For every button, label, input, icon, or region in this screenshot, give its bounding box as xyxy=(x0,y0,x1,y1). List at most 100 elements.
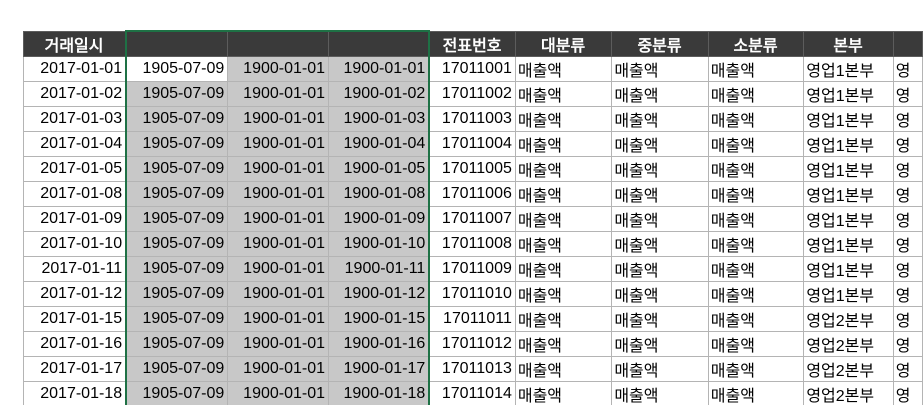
table-cell[interactable]: 1905-07-09 xyxy=(125,230,229,257)
table-cell[interactable]: 1900-01-18 xyxy=(328,380,431,405)
table-cell[interactable]: 2017-01-11 xyxy=(23,255,127,282)
table-cell[interactable]: 매출액 xyxy=(707,80,805,107)
table-cell[interactable]: 영 xyxy=(892,180,923,207)
table-cell[interactable]: 2017-01-09 xyxy=(23,205,127,232)
column-header[interactable]: 거래일시 xyxy=(23,30,127,57)
table-cell[interactable]: 영 xyxy=(892,105,923,132)
table-cell[interactable]: 17011001 xyxy=(428,55,516,82)
table-cell[interactable]: 1900-01-01 xyxy=(227,180,330,207)
table-cell[interactable]: 매출액 xyxy=(611,305,709,332)
table-cell[interactable]: 매출액 xyxy=(707,55,805,82)
table-cell[interactable]: 17011006 xyxy=(428,180,516,207)
table-cell[interactable]: 1900-01-01 xyxy=(227,280,330,307)
table-cell[interactable]: 1905-07-09 xyxy=(125,205,229,232)
table-cell[interactable]: 1900-01-01 xyxy=(227,130,330,157)
table-cell[interactable]: 매출액 xyxy=(514,155,613,182)
table-cell[interactable]: 영업1본부 xyxy=(803,230,894,257)
table-cell[interactable]: 17011011 xyxy=(428,305,516,332)
table-cell[interactable]: 1900-01-01 xyxy=(227,80,330,107)
table-cell[interactable]: 영 xyxy=(892,205,923,232)
table-cell[interactable]: 1905-07-09 xyxy=(125,330,229,357)
table-cell[interactable]: 영업2본부 xyxy=(803,305,894,332)
table-cell[interactable]: 1905-07-09 xyxy=(125,130,229,157)
table-cell[interactable]: 1900-01-01 xyxy=(227,330,330,357)
table-cell[interactable]: 1900-01-17 xyxy=(328,355,431,382)
table-cell[interactable]: 매출액 xyxy=(707,380,805,405)
table-cell[interactable]: 매출액 xyxy=(707,105,805,132)
table-cell[interactable]: 1905-07-09 xyxy=(125,380,229,405)
table-cell[interactable]: 2017-01-03 xyxy=(23,105,127,132)
table-cell[interactable]: 1900-01-01 xyxy=(227,230,330,257)
table-cell[interactable]: 1905-07-09 xyxy=(125,180,229,207)
table-cell[interactable]: 매출액 xyxy=(611,80,709,107)
table-cell[interactable]: 영업1본부 xyxy=(803,130,894,157)
table-cell[interactable]: 1900-01-04 xyxy=(328,130,431,157)
table-cell[interactable]: 매출액 xyxy=(611,105,709,132)
table-cell[interactable]: 매출액 xyxy=(707,355,805,382)
table-cell[interactable]: 매출액 xyxy=(611,280,709,307)
table-cell[interactable]: 매출액 xyxy=(514,80,613,107)
table-cell[interactable]: 2017-01-05 xyxy=(23,155,127,182)
table-cell[interactable]: 17011004 xyxy=(428,130,516,157)
table-cell[interactable]: 매출액 xyxy=(514,130,613,157)
table-cell[interactable]: 영 xyxy=(892,330,923,357)
table-cell[interactable]: 2017-01-10 xyxy=(23,230,127,257)
table-cell[interactable]: 매출액 xyxy=(514,105,613,132)
table-cell[interactable]: 1900-01-01 xyxy=(227,105,330,132)
table-cell[interactable]: 1905-07-09 xyxy=(125,55,229,82)
table-cell[interactable]: 1900-01-12 xyxy=(328,280,431,307)
table-cell[interactable]: 매출액 xyxy=(707,130,805,157)
table-cell[interactable]: 1905-07-09 xyxy=(125,280,229,307)
table-cell[interactable]: 매출액 xyxy=(707,305,805,332)
table-cell[interactable]: 17011013 xyxy=(428,355,516,382)
table-cell[interactable]: 영업2본부 xyxy=(803,355,894,382)
table-cell[interactable]: 매출액 xyxy=(707,330,805,357)
table-cell[interactable]: 매출액 xyxy=(611,230,709,257)
table-cell[interactable]: 17011012 xyxy=(428,330,516,357)
table-cell[interactable]: 매출액 xyxy=(514,55,613,82)
column-header[interactable]: 전표번호 xyxy=(428,30,516,57)
column-header[interactable]: 중분류 xyxy=(611,30,709,57)
table-cell[interactable]: 1900-01-01 xyxy=(328,55,431,82)
table-cell[interactable]: 영 xyxy=(892,280,923,307)
table-cell[interactable]: 17011014 xyxy=(428,380,516,405)
table-cell[interactable]: 1900-01-02 xyxy=(328,80,431,107)
table-cell[interactable]: 매출액 xyxy=(514,255,613,282)
table-cell[interactable]: 1900-01-01 xyxy=(227,155,330,182)
table-cell[interactable]: 매출액 xyxy=(514,280,613,307)
table-cell[interactable]: 1905-07-09 xyxy=(125,255,229,282)
table-cell[interactable]: 2017-01-17 xyxy=(23,355,127,382)
table-cell[interactable]: 영업2본부 xyxy=(803,380,894,405)
table-cell[interactable]: 영업1본부 xyxy=(803,155,894,182)
table-cell[interactable]: 2017-01-08 xyxy=(23,180,127,207)
table-cell[interactable]: 영업1본부 xyxy=(803,55,894,82)
table-cell[interactable]: 2017-01-16 xyxy=(23,330,127,357)
table-cell[interactable]: 영업1본부 xyxy=(803,180,894,207)
table-cell[interactable]: 1900-01-01 xyxy=(227,380,330,405)
table-cell[interactable]: 영업2본부 xyxy=(803,330,894,357)
table-cell[interactable]: 1905-07-09 xyxy=(125,105,229,132)
table-cell[interactable]: 17011010 xyxy=(428,280,516,307)
table-cell[interactable]: 매출액 xyxy=(611,180,709,207)
table-cell[interactable]: 1905-07-09 xyxy=(125,80,229,107)
table-cell[interactable]: 매출액 xyxy=(707,205,805,232)
table-cell[interactable]: 영업1본부 xyxy=(803,105,894,132)
table-cell[interactable]: 영 xyxy=(892,255,923,282)
column-header[interactable]: 소분류 xyxy=(707,30,805,57)
table-cell[interactable]: 2017-01-18 xyxy=(23,380,127,405)
table-cell[interactable]: 영업1본부 xyxy=(803,255,894,282)
table-cell[interactable]: 1900-01-11 xyxy=(328,255,431,282)
table-cell[interactable]: 1900-01-09 xyxy=(328,205,431,232)
table-cell[interactable]: 매출액 xyxy=(611,155,709,182)
table-cell[interactable]: 2017-01-01 xyxy=(23,55,127,82)
table-cell[interactable]: 영 xyxy=(892,55,923,82)
table-cell[interactable]: 1905-07-09 xyxy=(125,305,229,332)
table-cell[interactable]: 매출액 xyxy=(514,230,613,257)
table-cell[interactable]: 매출액 xyxy=(611,55,709,82)
table-cell[interactable]: 매출액 xyxy=(514,205,613,232)
table-cell[interactable]: 매출액 xyxy=(514,180,613,207)
column-header[interactable] xyxy=(328,30,431,57)
table-cell[interactable]: 매출액 xyxy=(611,255,709,282)
table-cell[interactable]: 영 xyxy=(892,380,923,405)
table-cell[interactable]: 1900-01-01 xyxy=(227,55,330,82)
